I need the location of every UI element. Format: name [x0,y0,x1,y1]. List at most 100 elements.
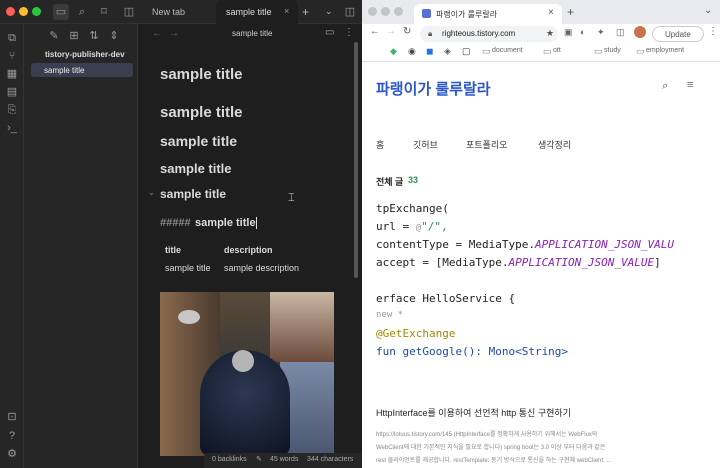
graph-icon[interactable]: ⑂ [4,48,20,64]
sidebar-toggle-icon[interactable]: ◫ [121,4,137,20]
post-count-label: 전체 글 [376,177,404,187]
file-item-active[interactable]: sample title [31,63,133,77]
heading-4[interactable]: sample title [160,161,232,176]
nav-thoughts[interactable]: 생각정리 [538,138,571,151]
browser-tab-active[interactable]: 파랭이가 룰루랄라 × [414,4,562,24]
bookmark-icon[interactable]: ◼ [426,46,433,57]
forward-arrow-icon[interactable]: → [169,28,179,39]
blog-title[interactable]: 파랭이가 룰루랄라 [376,78,491,99]
bookmark-icon[interactable]: ◈ [444,46,451,57]
address-bar[interactable]: 🔒︎ righteous.tistory.com ★ [420,26,558,42]
heading-1[interactable]: sample title [160,66,243,83]
nav-github[interactable]: 깃허브 [413,138,438,151]
bookmark-icon[interactable]: ▢ [462,46,471,57]
tab-new[interactable]: New tab [152,7,185,17]
tab-close-icon[interactable]: × [548,7,554,18]
terminal-icon[interactable]: ›_ [4,120,20,136]
code-line: tpExchange( [376,202,449,215]
nav-home[interactable]: 홈 [376,138,384,151]
post-count: 33 [408,175,419,185]
bookmark-folder[interactable]: employment [646,47,684,54]
minimize-window-button[interactable] [381,7,390,16]
question-icon[interactable]: ? [4,428,20,444]
heading-raw-line[interactable]: ##### sample title [160,213,257,231]
tab-active[interactable]: sample title × [216,0,298,24]
bookmark-icon[interactable]: ◆ [390,46,397,57]
word-count: 45 words [270,456,299,463]
fold-chevron-icon[interactable]: ⌄ [148,188,155,197]
templates-icon[interactable]: ⎘ [4,102,20,118]
close-window-button[interactable] [368,7,377,16]
bookmark-icon[interactable]: ⌑ [96,4,112,20]
scrollbar[interactable] [354,42,358,278]
code-line: new * [376,310,404,320]
heading-3[interactable]: sample title [160,133,237,149]
chevron-down-icon[interactable]: ⌄ [325,6,333,17]
new-folder-icon[interactable]: ⊞ [66,28,82,44]
vespa-image [160,292,334,456]
new-tab-button[interactable]: + [567,5,574,19]
bookmark-folder[interactable]: study [604,47,621,54]
bookmarks-bar: ◆ ◉ ◼ ◈ ▢ ▭ document ▭ ott ▭ study ▭ emp… [362,44,720,62]
search-icon[interactable]: ⌕ [662,80,668,93]
star-icon[interactable]: ★ [546,28,554,39]
right-sidebar-toggle-icon[interactable]: ◫ [342,4,358,20]
folder-icon[interactable]: ▭ [543,46,552,57]
sort-icon[interactable]: ⇅ [86,28,102,44]
hamburger-menu-icon[interactable]: ≡ [687,79,693,91]
bookmark-icon[interactable]: ◉ [408,46,416,57]
menu-icon[interactable]: ⋮ [708,26,718,37]
heading-2[interactable]: sample title [160,104,243,121]
backlinks-count[interactable]: 0 backlinks [212,456,247,463]
tab-close-icon[interactable]: × [284,6,289,16]
back-arrow-icon[interactable]: ← [370,26,380,37]
url-text: righteous.tistory.com [442,29,516,38]
update-button[interactable]: Update [652,26,704,42]
back-arrow-icon[interactable]: ← [152,28,162,39]
new-note-icon[interactable]: ✎ [46,28,62,44]
calendar-icon[interactable]: ▤ [4,84,20,100]
edit-icon[interactable]: ✎ [256,455,262,463]
post-excerpt: WebClient에 대한 기본적인 지식을 필요로 합니다) spring b… [376,445,606,451]
more-options-icon[interactable]: ⋮ [344,27,354,38]
collapse-icon[interactable]: ⇕ [106,28,122,44]
search-icon[interactable]: ⌕ [74,4,90,20]
bookmark-folder[interactable]: document [492,47,523,54]
vault-name[interactable]: tistory-publisher-dev [45,50,125,59]
new-tab-button[interactable]: + [302,5,309,19]
canvas-icon[interactable]: ▦ [4,66,20,82]
heading-5[interactable]: sample title [160,187,226,201]
chevron-down-icon[interactable]: ⌄ [704,5,712,16]
zoom-window-button[interactable] [394,7,403,16]
reading-view-icon[interactable]: ▭ [325,27,334,38]
table-cell: sample description [224,263,300,273]
minimize-window-button[interactable] [19,7,28,16]
update-label: Update [665,30,691,39]
status-bar: 0 backlinks ✎ 45 words 344 characters [204,453,362,468]
folder-icon[interactable]: ▭ [636,46,645,57]
ribbon: ⧉ ⑂ ▦ ▤ ⎘ ›_ ⊡ ? ⚙ [0,24,24,468]
zoom-window-button[interactable] [32,7,41,16]
sidepanel-icon[interactable]: ◫ [616,27,625,38]
avatar[interactable] [634,26,646,38]
bookmark-folder[interactable]: ott [553,47,561,54]
reload-icon[interactable]: ↻ [403,26,411,37]
forward-arrow-icon[interactable]: → [386,26,396,37]
close-window-button[interactable] [6,7,15,16]
extension-icon[interactable]: ▣ [564,27,573,38]
lock-icon[interactable]: 🔒︎ [428,29,432,39]
nav-portfolio[interactable]: 포트폴리오 [466,138,507,151]
folder-icon[interactable]: ▭ [594,46,603,57]
puzzle-icon[interactable]: ✦ [597,27,605,38]
favicon-icon [422,9,431,18]
settings-icon[interactable]: ⚙ [4,446,20,462]
cast-icon[interactable]: ◐ [580,27,585,37]
help-icon[interactable]: ⊡ [4,409,20,425]
folder-icon[interactable]: ▭ [53,4,69,20]
folder-icon[interactable]: ▭ [482,46,491,57]
files-icon[interactable]: ⧉ [4,30,20,46]
post-excerpt: https://lotuus.tistory.com/145 (HttpInte… [376,432,598,438]
heading-markup: ##### [160,217,191,229]
table-cell: sample title [165,263,211,273]
post-title[interactable]: HttpInterface를 이용하여 선언적 http 통신 구현하기 [376,406,571,419]
